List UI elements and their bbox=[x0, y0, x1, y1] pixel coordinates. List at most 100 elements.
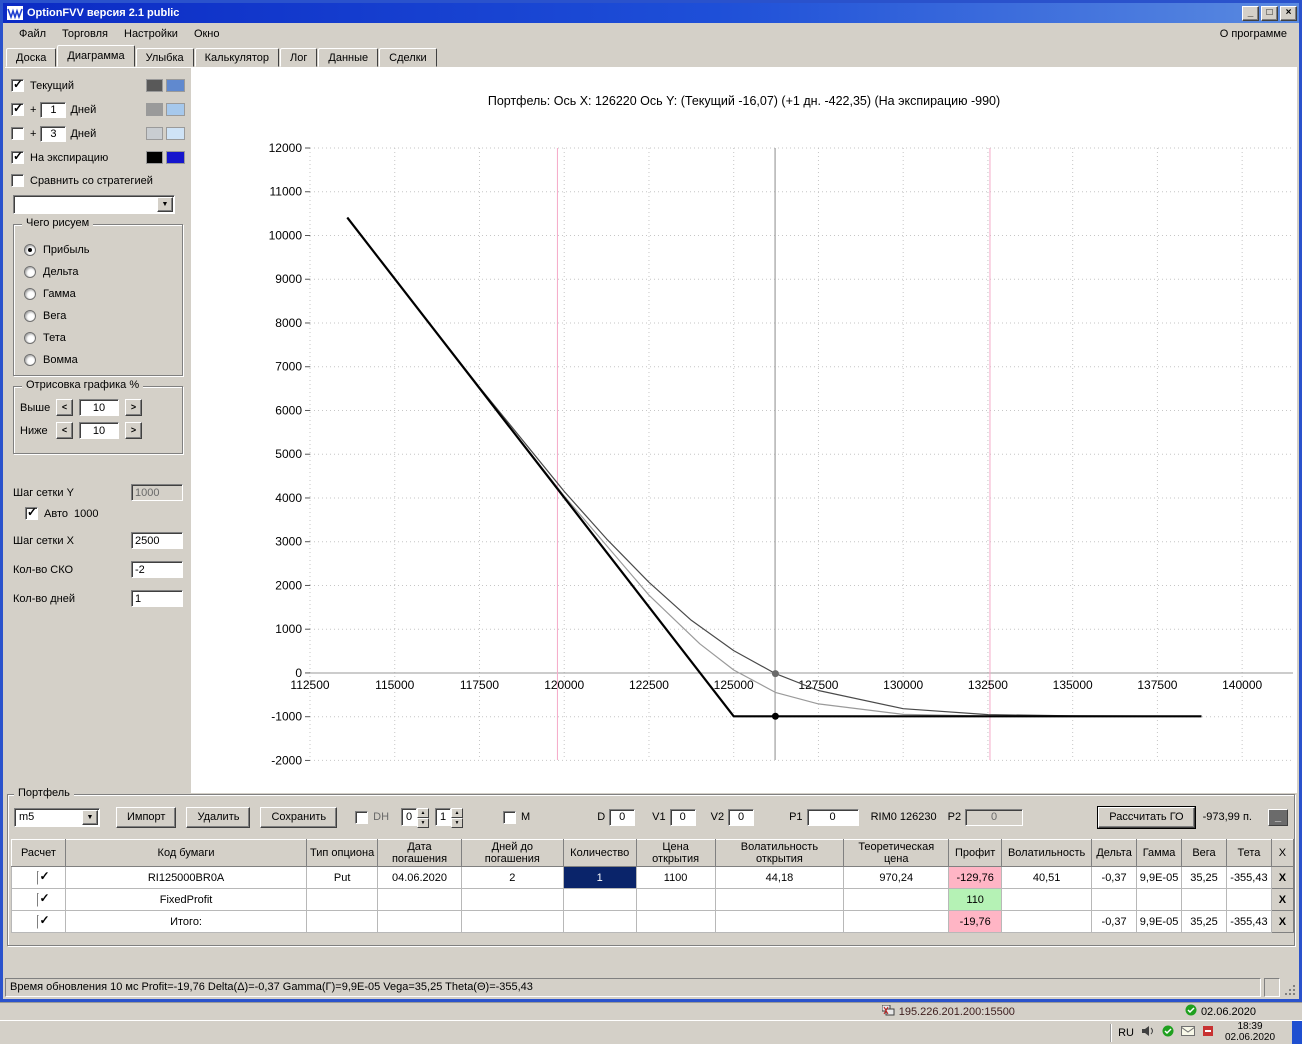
save-button[interactable]: Сохранить bbox=[260, 806, 338, 828]
vega-radio[interactable] bbox=[24, 310, 36, 322]
cell-days[interactable] bbox=[460, 910, 564, 933]
cell-theta[interactable]: -355,43 bbox=[1225, 866, 1272, 889]
cell-open_price[interactable]: 1100 bbox=[635, 866, 716, 889]
p1-input[interactable] bbox=[806, 808, 859, 826]
cell-code[interactable]: FixedProfit bbox=[64, 888, 308, 911]
cell-days[interactable] bbox=[460, 888, 564, 911]
above-increase-button[interactable]: > bbox=[125, 399, 142, 416]
draw-option-vega[interactable]: Вега bbox=[24, 305, 182, 327]
cell-delta[interactable]: -0,37 bbox=[1091, 910, 1138, 933]
tab-board[interactable]: Доска bbox=[6, 48, 57, 67]
close-button[interactable]: × bbox=[1280, 5, 1297, 21]
cell-delta[interactable] bbox=[1091, 888, 1138, 911]
tab-log[interactable]: Лог bbox=[280, 48, 318, 67]
tray-status-icon[interactable] bbox=[1162, 1025, 1174, 1040]
cell-profit[interactable]: -129,76 bbox=[948, 866, 1003, 889]
cell-theor[interactable] bbox=[843, 888, 950, 911]
resize-grip[interactable] bbox=[1283, 978, 1297, 997]
collapse-panel-button[interactable]: _ bbox=[1268, 808, 1288, 826]
portfolio-preset-select[interactable]: m5 ▼ bbox=[14, 807, 100, 827]
draw-option-vomma[interactable]: Вомма bbox=[24, 349, 182, 371]
tab-diagram[interactable]: Диаграмма bbox=[57, 45, 135, 67]
spin-up-icon[interactable]: ▲ bbox=[417, 808, 430, 818]
show-desktop-button[interactable] bbox=[1292, 1020, 1302, 1044]
cell-code[interactable]: Итого: bbox=[64, 910, 308, 933]
cell-vol[interactable] bbox=[1001, 910, 1093, 933]
cell-open_price[interactable] bbox=[635, 910, 716, 933]
plus1-checkbox[interactable] bbox=[11, 101, 24, 116]
title-bar[interactable]: OptionFVV версия 2.1 public _ □ × bbox=[3, 3, 1299, 23]
menu-item-window[interactable]: Окно bbox=[186, 26, 228, 42]
above-decrease-button[interactable]: < bbox=[56, 399, 73, 416]
below-increase-button[interactable]: > bbox=[125, 422, 142, 439]
draw-option-profit[interactable]: Прибыль bbox=[24, 239, 182, 261]
plus1-days-input[interactable] bbox=[40, 101, 67, 118]
row-calc-checkbox[interactable] bbox=[37, 914, 40, 929]
col-header-qty[interactable]: Количество bbox=[562, 839, 637, 867]
cell-days[interactable]: 2 bbox=[460, 866, 564, 889]
maximize-button[interactable]: □ bbox=[1261, 5, 1278, 21]
compare-strategy-checkbox[interactable] bbox=[11, 174, 24, 187]
draw-option-theta[interactable]: Тета bbox=[24, 327, 182, 349]
expiration-checkbox[interactable] bbox=[11, 149, 24, 164]
col-header-theor[interactable]: Теоретическая цена bbox=[843, 839, 950, 867]
cell-vega[interactable]: 35,25 bbox=[1181, 910, 1227, 933]
cell-expiry[interactable] bbox=[377, 910, 462, 933]
tray-clock[interactable]: 18:39 02.06.2020 bbox=[1221, 1021, 1279, 1044]
theta-radio[interactable] bbox=[24, 332, 36, 344]
plus3-checkbox[interactable] bbox=[11, 127, 24, 140]
speaker-icon[interactable] bbox=[1141, 1025, 1155, 1040]
cell-delta[interactable]: -0,37 bbox=[1091, 866, 1138, 889]
row-delete-button[interactable]: X bbox=[1270, 888, 1295, 911]
gamma-radio[interactable] bbox=[24, 288, 36, 300]
payoff-chart[interactable]: -2000-1000010002000300040005000600070008… bbox=[191, 124, 1297, 784]
cell-type[interactable] bbox=[306, 888, 379, 911]
delete-button[interactable]: Удалить bbox=[186, 806, 251, 828]
chevron-down-icon[interactable]: ▼ bbox=[157, 197, 173, 212]
spin-down-icon[interactable]: ▼ bbox=[417, 818, 430, 828]
cell-open_vol[interactable] bbox=[714, 910, 845, 933]
cell-qty[interactable] bbox=[562, 910, 637, 933]
cell-vega[interactable] bbox=[1181, 888, 1227, 911]
col-header-delta[interactable]: Дельта bbox=[1091, 839, 1138, 867]
col-header-code[interactable]: Код бумаги bbox=[64, 839, 308, 867]
spin-down-icon[interactable]: ▼ bbox=[451, 818, 464, 828]
above-percent-input[interactable] bbox=[79, 399, 119, 416]
dh-spinner-1-input[interactable] bbox=[401, 808, 418, 826]
col-header-days[interactable]: Дней до погашения bbox=[460, 839, 564, 867]
mail-icon[interactable] bbox=[1180, 1026, 1196, 1039]
cell-theta[interactable]: -355,43 bbox=[1225, 910, 1272, 933]
spin-up-icon[interactable]: ▲ bbox=[451, 808, 464, 818]
cell-expiry[interactable] bbox=[377, 888, 462, 911]
cell-gamma[interactable]: 9,9E-05 bbox=[1136, 866, 1183, 889]
col-header-calc[interactable]: Расчет bbox=[11, 839, 66, 867]
cell-type[interactable] bbox=[306, 910, 379, 933]
vomma-radio[interactable] bbox=[24, 354, 36, 366]
grid-x-input[interactable] bbox=[131, 532, 183, 549]
cell-gamma[interactable]: 9,9E-05 bbox=[1136, 910, 1183, 933]
menu-item-file[interactable]: Файл bbox=[11, 26, 54, 42]
cell-profit[interactable]: 110 bbox=[948, 888, 1003, 911]
col-header-open_vol[interactable]: Волатильность открытия bbox=[714, 839, 845, 867]
antivirus-icon[interactable] bbox=[1202, 1025, 1214, 1040]
import-button[interactable]: Импорт bbox=[116, 806, 177, 828]
col-header-gamma[interactable]: Гамма bbox=[1136, 839, 1183, 867]
auto-grid-checkbox[interactable] bbox=[25, 505, 38, 520]
cell-expiry[interactable]: 04.06.2020 bbox=[377, 866, 462, 889]
cell-theta[interactable] bbox=[1225, 888, 1272, 911]
d-input[interactable] bbox=[609, 808, 636, 826]
draw-option-delta[interactable]: Дельта bbox=[24, 261, 182, 283]
menu-item-settings[interactable]: Настройки bbox=[116, 26, 186, 42]
cell-open_vol[interactable] bbox=[714, 888, 845, 911]
col-header-type[interactable]: Тип опциона bbox=[306, 839, 379, 867]
cell-theor[interactable] bbox=[843, 910, 950, 933]
row-calc-checkbox[interactable] bbox=[37, 892, 40, 907]
calculate-go-button[interactable]: Рассчитать ГО bbox=[1098, 806, 1195, 828]
col-header-vol[interactable]: Волатильность bbox=[1001, 839, 1093, 867]
chevron-down-icon[interactable]: ▼ bbox=[82, 809, 98, 825]
menu-item-about[interactable]: О программе bbox=[1216, 26, 1291, 42]
days-count-input[interactable] bbox=[131, 590, 183, 607]
col-header-theta[interactable]: Тета bbox=[1225, 839, 1272, 867]
cell-qty[interactable]: 1 bbox=[562, 866, 637, 889]
row-calc-checkbox[interactable] bbox=[37, 870, 40, 885]
